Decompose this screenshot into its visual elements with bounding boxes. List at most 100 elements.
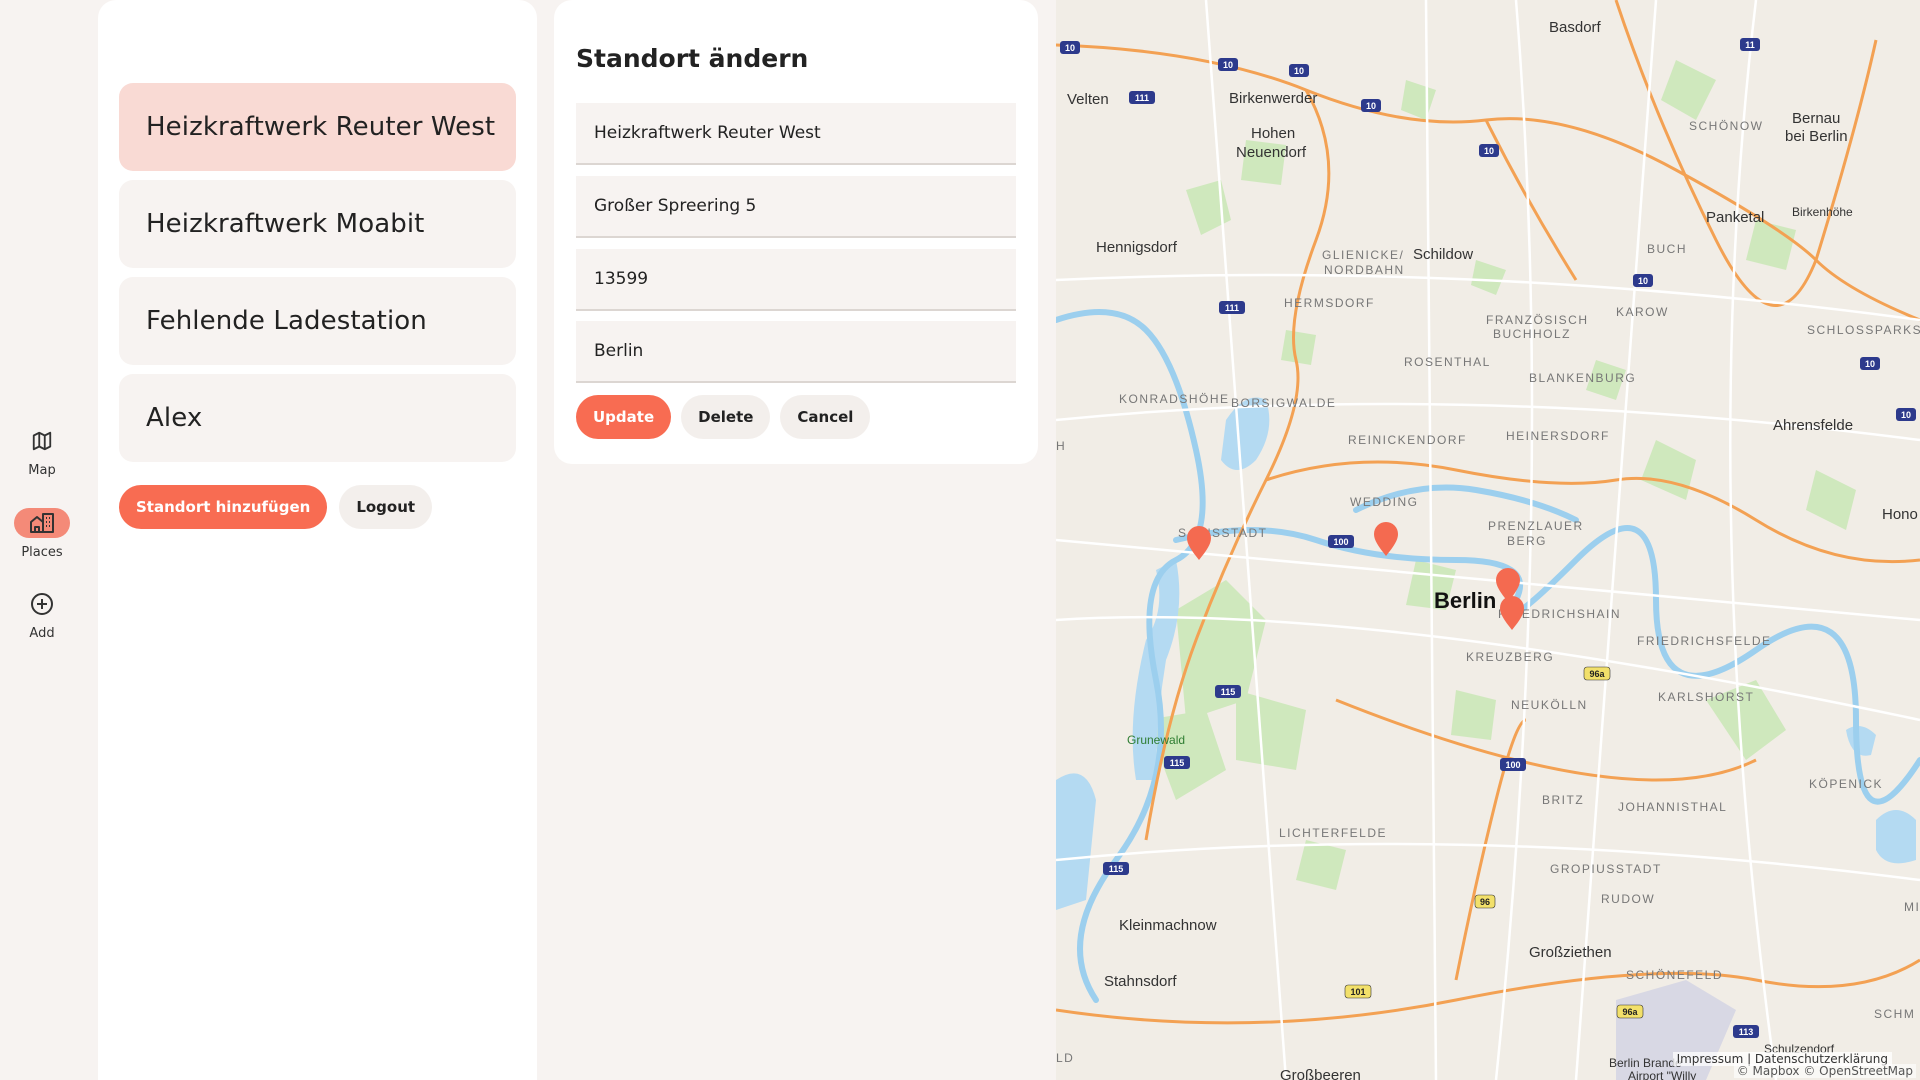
cancel-button[interactable]: Cancel (780, 395, 871, 439)
label-bernau: Bernau (1792, 110, 1840, 127)
place-card-reuter-west[interactable]: Heizkraftwerk Reuter West (119, 83, 516, 171)
shield-label: 115 (1170, 758, 1185, 768)
label-grossziethen: Großziethen (1529, 944, 1612, 961)
edit-actions: Update Delete Cancel (576, 395, 871, 439)
nav-item-label: Map (28, 463, 56, 478)
nav-item-label: Places (21, 545, 63, 560)
zip-field[interactable] (576, 249, 1016, 311)
label-kleinmachnow: Kleinmachnow (1119, 917, 1217, 934)
label-rosenthal: ROSENTHAL (1404, 355, 1491, 369)
name-field[interactable] (576, 103, 1016, 165)
places-panel: Heizkraftwerk Reuter West Heizkraftwerk … (98, 0, 537, 1080)
add-place-button[interactable]: Standort hinzufügen (119, 485, 328, 529)
shield-label: 11 (1745, 40, 1755, 50)
label-schlosspark: SCHLOSSPARKS (1807, 323, 1920, 337)
label-hermsdorf: HERMSDORF (1284, 296, 1375, 310)
shield-label: 113 (1739, 1027, 1754, 1037)
shield-label: 111 (1135, 93, 1149, 103)
shield-label: 10 (1484, 146, 1494, 156)
nav-item-map[interactable]: Map (0, 426, 84, 478)
label-h: H (1056, 439, 1066, 453)
shield-label: 10 (1865, 359, 1875, 369)
label-stahnsdorf: Stahnsdorf (1104, 973, 1177, 990)
shield-111: 111 (1129, 91, 1155, 104)
shield-label: 10 (1366, 101, 1376, 111)
label-gropiusstadt: GROPIUSSTADT (1550, 862, 1662, 876)
label-hennigsdorf: Hennigsdorf (1096, 239, 1178, 256)
place-card-ladestation[interactable]: Fehlende Ladestation (119, 277, 516, 365)
nav-item-label: Add (29, 626, 55, 641)
label-panketal: Panketal (1706, 209, 1764, 226)
place-card-moabit[interactable]: Heizkraftwerk Moabit (119, 180, 516, 268)
shield-113: 113 (1733, 1025, 1759, 1038)
shield-10: 10 (1860, 357, 1880, 370)
street-field[interactable] (576, 176, 1016, 238)
label-britz: BRITZ (1542, 793, 1584, 807)
label-neuendorf: Neuendorf (1236, 144, 1307, 161)
label-basdorf: Basdorf (1549, 19, 1602, 36)
label-velten: Velten (1067, 91, 1109, 108)
places-actions: Standort hinzufügen Logout (119, 485, 433, 529)
label-neukolln: NEUKÖLLN (1511, 698, 1588, 712)
shield-label: 100 (1333, 537, 1348, 547)
label-lichterfelde: LICHTERFELDE (1279, 826, 1387, 840)
shield-10: 10 (1361, 99, 1381, 112)
label-konradshohe: KONRADSHÖHE (1119, 392, 1230, 406)
shield-label: 96 (1480, 897, 1490, 907)
shield-115: 115 (1103, 862, 1129, 875)
shield-10: 10 (1479, 144, 1499, 157)
place-card-label: Fehlende Ladestation (146, 306, 427, 336)
label-karlshorst: KARLSHORST (1658, 690, 1754, 704)
edit-location-panel: Standort ändern Update Delete Cancel (554, 0, 1038, 464)
nav-item-places[interactable]: Places (0, 508, 84, 560)
shield-96a: 96a (1616, 1004, 1644, 1019)
label-nordbahn: NORDBAHN (1324, 263, 1405, 277)
label-kopenick: KÖPENICK (1809, 777, 1883, 791)
label-reinickendorf: REINICKENDORF (1348, 433, 1467, 447)
plus-circle-icon (14, 589, 70, 619)
place-card-alex[interactable]: Alex (119, 374, 516, 462)
city-field[interactable] (576, 321, 1016, 383)
delete-button[interactable]: Delete (681, 395, 771, 439)
shield-label: 10 (1065, 43, 1075, 53)
label-borsigwalde: BORSIGWALDE (1231, 396, 1336, 410)
shield-label: 101 (1350, 987, 1365, 997)
update-button[interactable]: Update (576, 395, 672, 439)
shield-10: 10 (1218, 58, 1238, 71)
nav-item-add[interactable]: Add (0, 589, 84, 641)
shield-10: 10 (1896, 408, 1916, 421)
label-birkenwerder: Birkenwerder (1229, 90, 1317, 107)
map-attribution[interactable]: © Mapbox © OpenStreetMap (1733, 1064, 1916, 1078)
label-airport: Berlin Brande (1609, 1056, 1682, 1070)
map-view[interactable]: 10 10 10 10 10 10 10 10 11 111 111 100 1… (1056, 0, 1920, 1080)
shield-label: 115 (1109, 864, 1124, 874)
map-icon (14, 426, 70, 456)
shield-100: 100 (1500, 758, 1526, 771)
shield-10: 10 (1060, 41, 1080, 54)
shield-10: 10 (1289, 64, 1309, 77)
shield-111: 111 (1219, 301, 1245, 314)
label-johannisthal: JOHANNISTHAL (1618, 800, 1727, 814)
shield-115: 115 (1164, 756, 1190, 769)
building-icon (14, 508, 70, 538)
label-schonefeld: SCHÖNEFELD (1626, 968, 1723, 982)
label-berg: BERG (1507, 534, 1547, 548)
label-karow: KAROW (1616, 305, 1669, 319)
label-grossbeeren: Großbeeren (1280, 1067, 1361, 1080)
label-hohen: Hohen (1251, 125, 1295, 142)
label-ahrensfelde: Ahrensfelde (1773, 417, 1853, 434)
shield-label: 10 (1223, 60, 1233, 70)
shield-label: 10 (1901, 410, 1911, 420)
place-card-label: Heizkraftwerk Reuter West (146, 112, 496, 142)
shield-101: 101 (1344, 984, 1372, 999)
shield-label: 96a (1622, 1007, 1638, 1017)
label-buchholz: BUCHHOLZ (1493, 327, 1571, 341)
shield-label: 111 (1225, 303, 1239, 313)
place-card-label: Alex (146, 403, 203, 433)
shield-label: 100 (1505, 760, 1520, 770)
label-heinersdorf: HEINERSDORF (1506, 429, 1610, 443)
label-glienicke: GLIENICKE/ (1322, 248, 1404, 262)
map-canvas[interactable]: 10 10 10 10 10 10 10 10 11 111 111 100 1… (1056, 0, 1920, 1080)
logout-button[interactable]: Logout (339, 485, 433, 529)
label-schonow: SCHÖNOW (1689, 119, 1764, 133)
